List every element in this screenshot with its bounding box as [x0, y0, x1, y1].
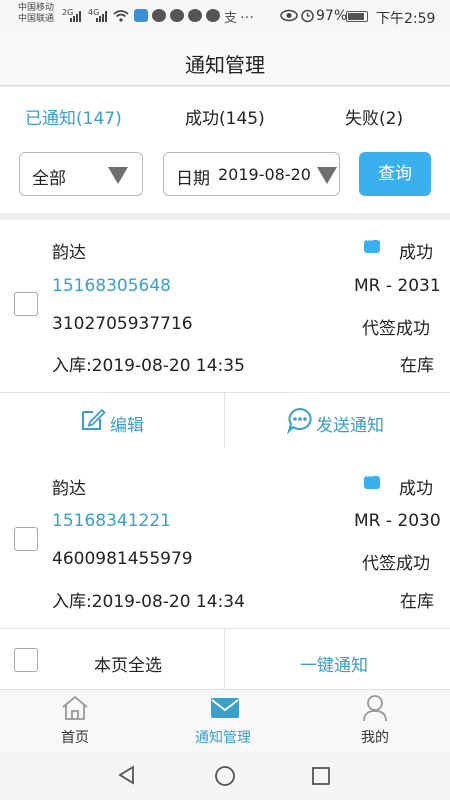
chevron-down-icon — [108, 167, 128, 184]
sign-status: 代签成功 — [362, 319, 430, 339]
stock-in-time: 入库:2019-08-20 14:35 — [52, 356, 245, 376]
app-notification-icon-2 — [152, 9, 166, 22]
nav-label-profile: 我的 — [361, 730, 389, 746]
bulk-divider — [224, 629, 225, 689]
stock-in-time: 入库:2019-08-20 14:34 — [52, 592, 245, 612]
more-notifications: … — [240, 6, 254, 22]
message-icon — [364, 472, 380, 489]
alarm-icon — [301, 9, 314, 23]
tab-notified[interactable]: 已通知(147) — [25, 104, 122, 129]
phone-number[interactable]: 15168305648 — [52, 276, 171, 296]
app-notification-icon-3 — [188, 9, 202, 22]
courier-name: 韵达 — [52, 243, 86, 263]
stock-status: 在库 — [400, 356, 434, 376]
date-select[interactable]: 日期 2019-08-20 — [163, 152, 340, 196]
nav-label-home: 首页 — [61, 730, 89, 746]
back-icon[interactable] — [117, 765, 137, 785]
record-checkbox[interactable] — [14, 527, 38, 551]
eye-icon — [280, 9, 298, 22]
message-icon — [364, 236, 380, 253]
shelf-code: MR - 2030 — [354, 511, 441, 531]
recents-icon[interactable] — [311, 766, 331, 786]
send-notice-label: 发送通知 — [316, 416, 384, 436]
nav-label-notifications: 通知管理 — [195, 730, 251, 746]
carrier-info: 中国移动 中国联通 — [18, 3, 54, 25]
select-all-label[interactable]: 本页全选 — [94, 651, 162, 676]
user-icon — [363, 695, 387, 722]
courier-name: 韵达 — [52, 479, 86, 499]
signal-icon — [70, 11, 81, 22]
type-select[interactable]: 全部 — [19, 152, 143, 196]
home-icon — [62, 695, 88, 720]
chat-icon — [287, 407, 312, 434]
chevron-down-icon — [317, 167, 337, 184]
edit-icon — [82, 408, 106, 430]
signal-icon-2 — [96, 11, 107, 22]
mail-icon — [211, 698, 239, 718]
battery-icon — [346, 11, 368, 22]
phone-number[interactable]: 15168341221 — [52, 511, 171, 531]
carrier-2: 中国联通 — [18, 14, 55, 24]
edit-label: 编辑 — [110, 416, 144, 436]
record-checkbox[interactable] — [14, 292, 38, 316]
tracking-number: 3102705937716 — [52, 314, 193, 334]
tab-success[interactable]: 成功(145) — [185, 104, 265, 129]
qq-icon — [170, 9, 184, 22]
alipay-icon: 支 — [224, 11, 238, 26]
battery-percent: 97% — [316, 8, 348, 24]
date-label: 日期 — [176, 169, 210, 189]
shelf-code: MR - 2031 — [354, 276, 441, 296]
date-value: 2019-08-20 — [218, 165, 311, 184]
notify-all-button[interactable]: 一键通知 — [300, 651, 368, 676]
sign-status: 代签成功 — [362, 554, 430, 574]
tracking-number: 4600981455979 — [52, 549, 193, 569]
page-title: 通知管理 — [185, 53, 265, 77]
type-select-value: 全部 — [32, 169, 66, 189]
notify-status: 成功 — [399, 479, 433, 499]
tab-failed[interactable]: 失败(2) — [345, 104, 403, 129]
carrier-1: 中国移动 — [18, 3, 55, 13]
query-button[interactable]: 查询 — [359, 152, 431, 196]
clock: 下午2:59 — [376, 11, 436, 27]
bulk-action-bar — [0, 628, 450, 689]
wifi-icon — [113, 10, 129, 22]
app-notification-icon — [134, 9, 148, 22]
notify-status: 成功 — [399, 243, 433, 263]
tiktok-icon — [206, 9, 220, 22]
select-all-checkbox[interactable] — [14, 648, 38, 672]
stock-status: 在库 — [400, 592, 434, 612]
home-button-icon[interactable] — [214, 765, 236, 787]
